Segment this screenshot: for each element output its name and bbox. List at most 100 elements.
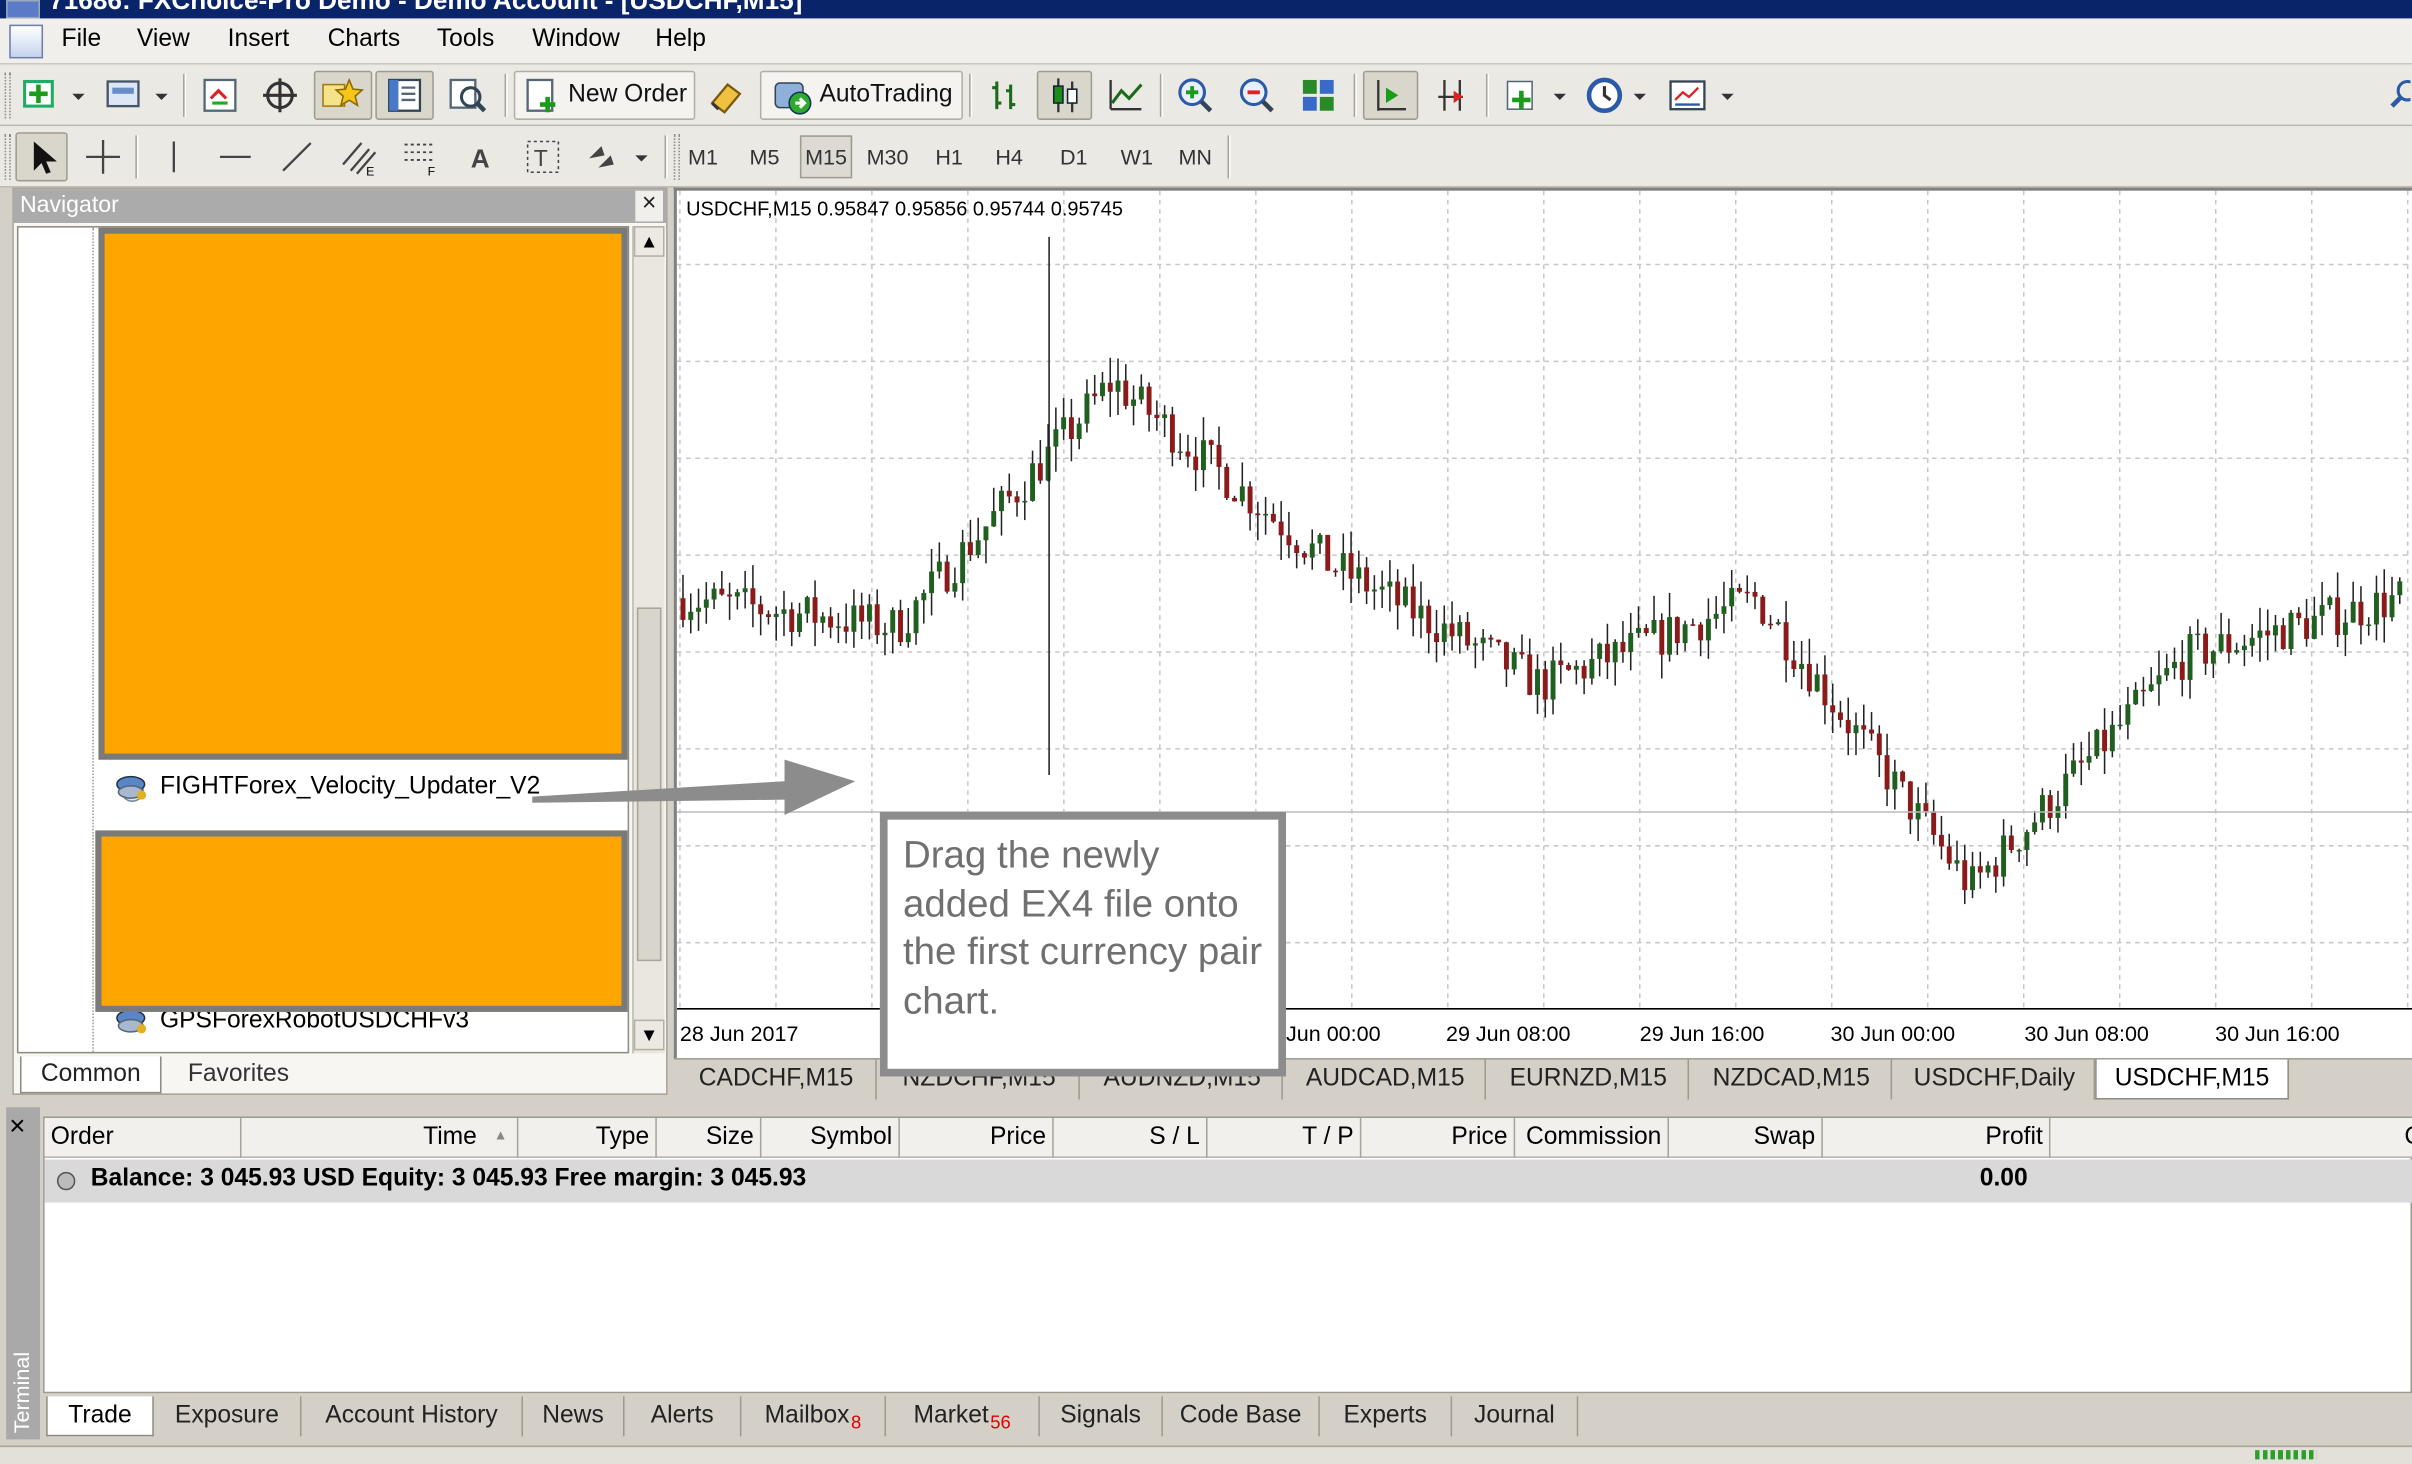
terminal-close-button[interactable]: × — [9, 1110, 25, 1142]
periods-button[interactable] — [1581, 71, 1655, 120]
tab-experts[interactable]: Experts — [1320, 1396, 1453, 1437]
navigator-scrollbar[interactable]: ▲ ▼ — [632, 226, 665, 1054]
column-tp[interactable]: T / P — [1208, 1117, 1362, 1158]
tab-trade[interactable]: Trade — [46, 1396, 154, 1437]
profiles-button[interactable] — [98, 71, 175, 120]
tab-market[interactable]: Market 56 — [886, 1396, 1040, 1437]
scroll-up-arrow-icon[interactable]: ▲ — [633, 226, 665, 257]
navigator-toggle-button[interactable] — [313, 70, 373, 120]
templates-button[interactable] — [1661, 71, 1738, 120]
tab-account-history[interactable]: Account History — [302, 1396, 524, 1437]
column-profit[interactable]: Profit — [1823, 1117, 2051, 1158]
timeframe-h4[interactable]: H4 — [988, 135, 1031, 178]
cursor-button[interactable] — [15, 132, 68, 182]
column-price[interactable]: Price — [900, 1117, 1054, 1158]
chart-window-icon[interactable] — [9, 24, 44, 59]
column-symbol[interactable]: Symbol — [761, 1117, 900, 1158]
chart-tab-usdchf-m15[interactable]: USDCHF,M15 — [2095, 1059, 2289, 1100]
tab-favorites[interactable]: Favorites — [165, 1056, 313, 1093]
line-chart-button[interactable] — [1098, 71, 1153, 120]
arrows-button[interactable] — [578, 132, 655, 181]
chart-tab-nzdcad[interactable]: NZDCAD,M15 — [1692, 1059, 1893, 1100]
new-order-button[interactable]: New Order — [513, 70, 696, 120]
zoom-in-button[interactable] — [1169, 71, 1221, 120]
balance-row[interactable]: Balance: 3 045.93 USD Equity: 3 045.93 F… — [44, 1159, 2412, 1203]
candle-body — [1550, 660, 1556, 700]
equidistant-channel-button[interactable]: E — [332, 132, 384, 181]
text-button[interactable]: A — [455, 132, 507, 181]
toolbar-grip[interactable] — [4, 133, 11, 180]
autotrading-button[interactable]: AutoTrading — [759, 70, 963, 120]
menu-window[interactable]: Window — [532, 26, 620, 54]
market-watch-button[interactable] — [194, 71, 246, 120]
column-close-price[interactable]: Price — [1361, 1117, 1516, 1158]
timeframe-d1[interactable]: D1 — [1052, 135, 1095, 178]
column-order[interactable]: Order — [45, 1117, 242, 1158]
timeframe-m30[interactable]: M30 — [861, 135, 913, 178]
strategy-tester-button[interactable] — [438, 71, 496, 120]
toolbar-grip[interactable] — [4, 72, 11, 119]
chart-tab-usdchf-daily[interactable]: USDCHF,Daily — [1895, 1059, 2096, 1100]
candle-body — [696, 607, 701, 612]
terminal-toggle-button[interactable] — [375, 70, 434, 120]
column-swap[interactable]: Swap — [1669, 1117, 1823, 1158]
chart-tab-audcad[interactable]: AUDCAD,M15 — [1286, 1059, 1486, 1100]
column-size[interactable]: Size — [657, 1117, 762, 1158]
horizontal-line-button[interactable] — [209, 132, 261, 181]
tile-windows-button[interactable] — [1292, 71, 1344, 120]
auto-scroll-button[interactable] — [1362, 70, 1419, 120]
tab-exposure[interactable]: Exposure — [154, 1396, 302, 1437]
menu-help[interactable]: Help — [655, 26, 706, 54]
chart-tab-eurnzd[interactable]: EURNZD,M15 — [1489, 1059, 1690, 1100]
tab-alerts[interactable]: Alerts — [625, 1396, 742, 1437]
tab-mailbox[interactable]: Mailbox 8 — [741, 1396, 887, 1437]
menu-view[interactable]: View — [137, 26, 190, 54]
new-chart-button[interactable] — [15, 71, 92, 120]
menu-insert[interactable]: Insert — [228, 26, 290, 54]
timeframe-w1[interactable]: W1 — [1114, 135, 1160, 178]
chart-tab-cadchf[interactable]: CADCHF,M15 — [677, 1059, 877, 1100]
menu-charts[interactable]: Charts — [328, 26, 400, 54]
zoom-out-button[interactable] — [1231, 71, 1283, 120]
fibonacci-button[interactable]: F — [394, 132, 446, 181]
timeframe-m5[interactable]: M5 — [741, 135, 787, 178]
tab-news[interactable]: News — [523, 1396, 625, 1437]
candle-body — [1255, 513, 1261, 516]
status-bar — [0, 1445, 2412, 1464]
timeframe-h1[interactable]: H1 — [929, 135, 969, 178]
text-label-button[interactable]: T — [517, 132, 569, 181]
candle-body — [1946, 846, 1952, 864]
tab-journal[interactable]: Journal — [1452, 1396, 1579, 1437]
timeframe-m15[interactable]: M15 — [799, 135, 853, 179]
column-sl[interactable]: S / L — [1054, 1117, 1208, 1158]
data-window-button[interactable] — [252, 71, 307, 120]
candle-body — [999, 490, 1004, 512]
search-icon[interactable] — [2381, 71, 2412, 120]
scroll-down-arrow-icon[interactable]: ▼ — [633, 1019, 665, 1051]
candlestick-button[interactable] — [1036, 70, 1093, 120]
timeframe-mn[interactable]: MN — [1172, 135, 1218, 178]
crosshair-button[interactable] — [77, 132, 129, 181]
column-type[interactable]: Type — [518, 1117, 657, 1158]
candle-body — [2102, 729, 2108, 752]
tab-code-base[interactable]: Code Base — [1163, 1396, 1320, 1437]
vertical-line-button[interactable] — [148, 132, 200, 181]
metaeditor-button[interactable] — [698, 71, 753, 120]
navigator-close-button[interactable]: × — [635, 190, 663, 222]
chart-shift-button[interactable] — [1424, 71, 1479, 120]
column-comment[interactable]: C — [2398, 1118, 2412, 1158]
menu-file[interactable]: File — [62, 26, 102, 54]
column-commission[interactable]: Commission — [1515, 1117, 1670, 1158]
tab-common[interactable]: Common — [19, 1056, 162, 1094]
column-time[interactable]: Time — [242, 1117, 519, 1158]
tab-signals[interactable]: Signals — [1040, 1396, 1163, 1437]
candle-body — [2024, 832, 2030, 850]
trendline-button[interactable] — [271, 132, 323, 181]
timeframe-m1[interactable]: M1 — [683, 135, 723, 178]
menu-tools[interactable]: Tools — [437, 26, 494, 54]
tree-item-velocity-updater[interactable]: FIGHTForex_Velocity_Updater_V2 — [114, 772, 540, 803]
candle-body — [1566, 665, 1572, 670]
bar-chart-button[interactable] — [978, 71, 1030, 120]
indicators-button[interactable] — [1495, 71, 1575, 120]
candle-body — [750, 588, 756, 605]
